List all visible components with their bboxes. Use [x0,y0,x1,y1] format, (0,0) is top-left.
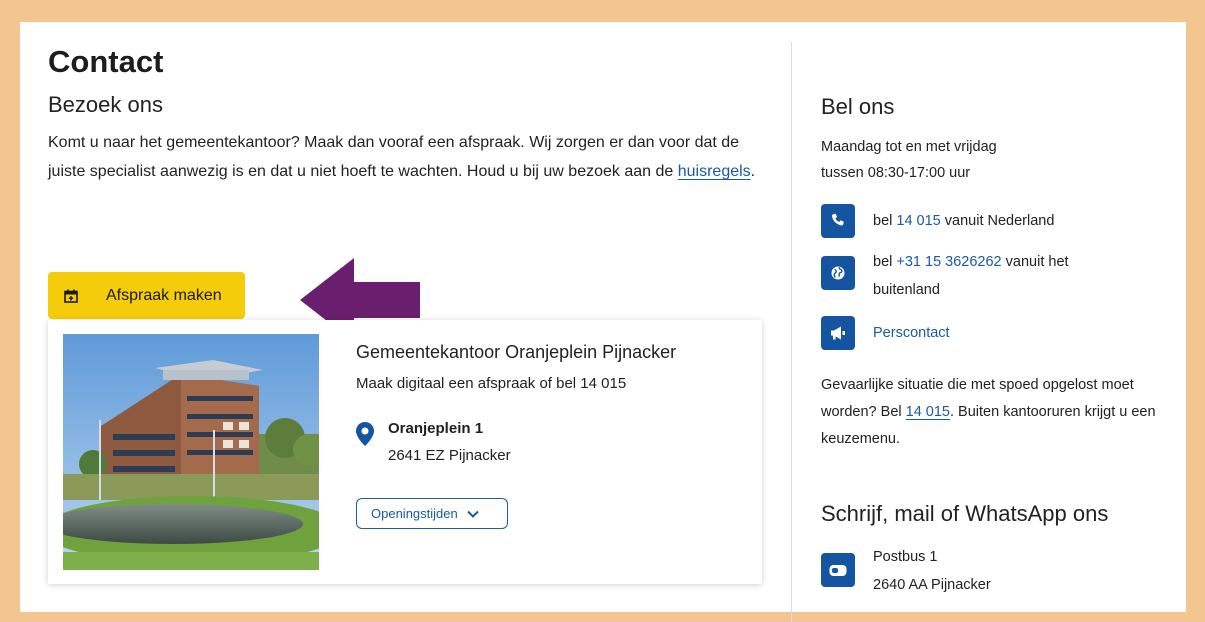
location-name: Gemeentekantoor Oranjeplein Pijnacker [356,342,677,362]
mailbox-icon [821,553,855,587]
call-intl-line1: bel +31 15 3626262 vanuit het [873,248,1161,276]
globe-icon [821,256,855,290]
location-address: Oranjeplein 1 2641 EZ Pijnacker [356,416,746,470]
call-intl-pre: bel [873,254,897,270]
location-card: Gemeentekantoor Oranjeplein Pijnacker Ma… [48,320,762,584]
call-intl-row: bel +31 15 3626262 vanuit het buitenland [821,248,1161,304]
call-heading: Bel ons [821,94,895,119]
phone-icon [821,204,855,238]
call-nl-post: vanuit Nederland [940,213,1055,229]
intro-end: . [750,163,756,180]
press-contact-link[interactable]: Perscontact [873,325,950,341]
phone-nl-link[interactable]: 14 015 [896,213,940,229]
map-pin-icon [356,422,374,446]
call-intl-post: vanuit het [1001,254,1069,270]
intro-text: Komt u naar het gemeentekantoor? Maak da… [48,128,768,186]
call-intl-line2: buitenland [873,282,940,298]
location-subtitle: Maak digitaal een afspraak of bel 14 015 [356,375,627,392]
call-hours-time: tussen 08:30-17:00 uur [821,165,971,181]
address-street: Oranjeplein 1 [388,420,484,437]
phone-intl-link[interactable]: +31 15 3626262 [896,254,1001,270]
call-nl-row: bel 14 015 vanuit Nederland [821,204,1161,238]
office-photo [63,334,319,570]
emergency-text: Gevaarlijke situatie die met spoed opgel… [821,372,1161,453]
visit-section: Contact Bezoek ons Komt u naar het gemee… [48,42,768,342]
visit-heading: Bezoek ons [48,92,163,117]
column-divider [791,42,792,622]
address-city: 2641 EZ Pijnacker [388,447,511,464]
emergency-phone-link[interactable]: 14 015 [906,404,950,420]
call-nl-pre: bel [873,213,897,229]
calendar-plus-icon [64,289,78,303]
page-title: Contact [48,44,164,79]
call-hours-days: Maandag tot en met vrijdag [821,139,997,155]
location-info: Gemeentekantoor Oranjeplein Pijnacker Ma… [356,338,746,529]
call-hours: Maandag tot en met vrijdag tussen 08:30-… [821,134,1161,186]
press-row: Perscontact [821,316,1161,350]
write-heading: Schrijf, mail of WhatsApp ons [821,501,1109,526]
make-appointment-label: Afspraak maken [106,286,222,304]
postal-box: Postbus 1 [873,549,938,565]
make-appointment-button[interactable]: Afspraak maken [48,272,245,319]
megaphone-icon [821,316,855,350]
house-rules-link[interactable]: huisregels [678,163,751,180]
postal-code: 2640 AA Pijnacker [873,577,991,593]
opening-hours-label: Openingstijden [371,506,458,521]
content-frame: Contact Bezoek ons Komt u naar het gemee… [20,22,1186,622]
intro-body: Komt u naar het gemeentekantoor? Maak da… [48,134,740,180]
postal-row: Postbus 1 2640 AA Pijnacker [821,543,1161,599]
opening-hours-button[interactable]: Openingstijden [356,498,508,529]
contact-sidebar: Bel ons Maandag tot en met vrijdag tusse… [821,92,1161,599]
chevron-down-icon [467,510,479,518]
